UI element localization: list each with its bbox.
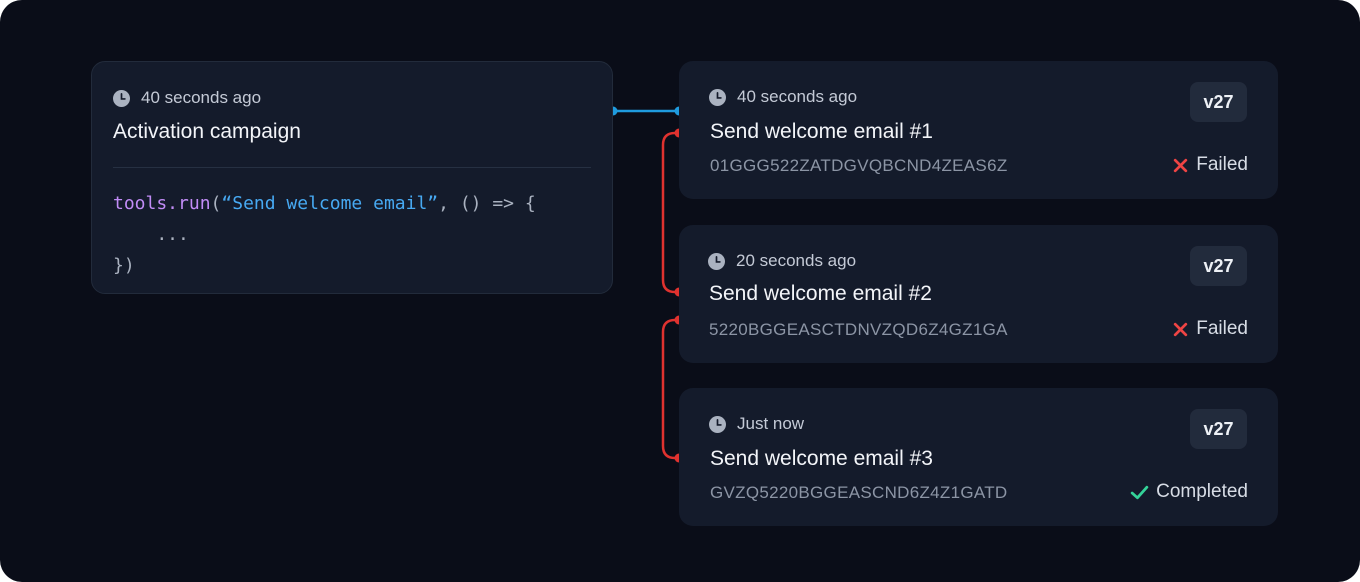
retry-connector-2-3 xyxy=(661,318,679,460)
run-id: 01GGG522ZATDGVQBCND4ZEAS6Z xyxy=(710,156,1008,175)
status-completed: Completed xyxy=(1130,481,1248,503)
code-line-2: ... xyxy=(113,224,189,245)
retry-connector-1-2 xyxy=(661,131,679,294)
version-badge: v27 xyxy=(1190,82,1247,122)
run-card-3[interactable]: Just now Send welcome email #3 GVZQ5220B… xyxy=(679,388,1278,526)
status-failed: Failed xyxy=(1172,154,1248,176)
run-id: GVZQ5220BGGEASCND6Z4Z1GATD xyxy=(710,483,1008,502)
run-title: Send welcome email #3 xyxy=(710,447,933,470)
run-title: Send welcome email #1 xyxy=(710,120,933,143)
check-icon xyxy=(1130,485,1149,499)
run-timestamp: 40 seconds ago xyxy=(709,87,857,107)
version-badge: v27 xyxy=(1190,409,1247,449)
canvas: 40 seconds ago Activation campaign tools… xyxy=(0,0,1360,582)
divider xyxy=(113,167,591,168)
status-failed: Failed xyxy=(1172,318,1248,340)
timestamp-text: 40 seconds ago xyxy=(141,88,262,107)
run-title: Send welcome email #2 xyxy=(709,282,932,305)
clock-icon xyxy=(709,88,726,106)
code-line-3: }) xyxy=(113,255,135,276)
clock-icon xyxy=(113,89,130,107)
run-id: 5220BGGEASCTDNVZQD6Z4GZ1GA xyxy=(709,320,1008,339)
run-timestamp: 20 seconds ago xyxy=(708,251,856,271)
code-block: tools.run(“Send welcome email”, () => { … xyxy=(113,188,536,281)
clock-icon xyxy=(709,415,726,433)
x-icon xyxy=(1174,158,1188,172)
run-card-1[interactable]: 40 seconds ago Send welcome email #1 01G… xyxy=(679,61,1278,199)
campaign-title: Activation campaign xyxy=(113,120,301,143)
version-badge: v27 xyxy=(1190,246,1247,286)
x-icon xyxy=(1174,322,1188,336)
run-card-2[interactable]: 20 seconds ago Send welcome email #2 522… xyxy=(679,225,1278,363)
campaign-card[interactable]: 40 seconds ago Activation campaign tools… xyxy=(91,61,613,294)
run-timestamp: Just now xyxy=(709,414,804,434)
code-line-1: tools.run(“Send welcome email”, () => { xyxy=(113,193,536,214)
clock-icon xyxy=(708,252,725,270)
campaign-timestamp: 40 seconds ago xyxy=(113,88,261,108)
